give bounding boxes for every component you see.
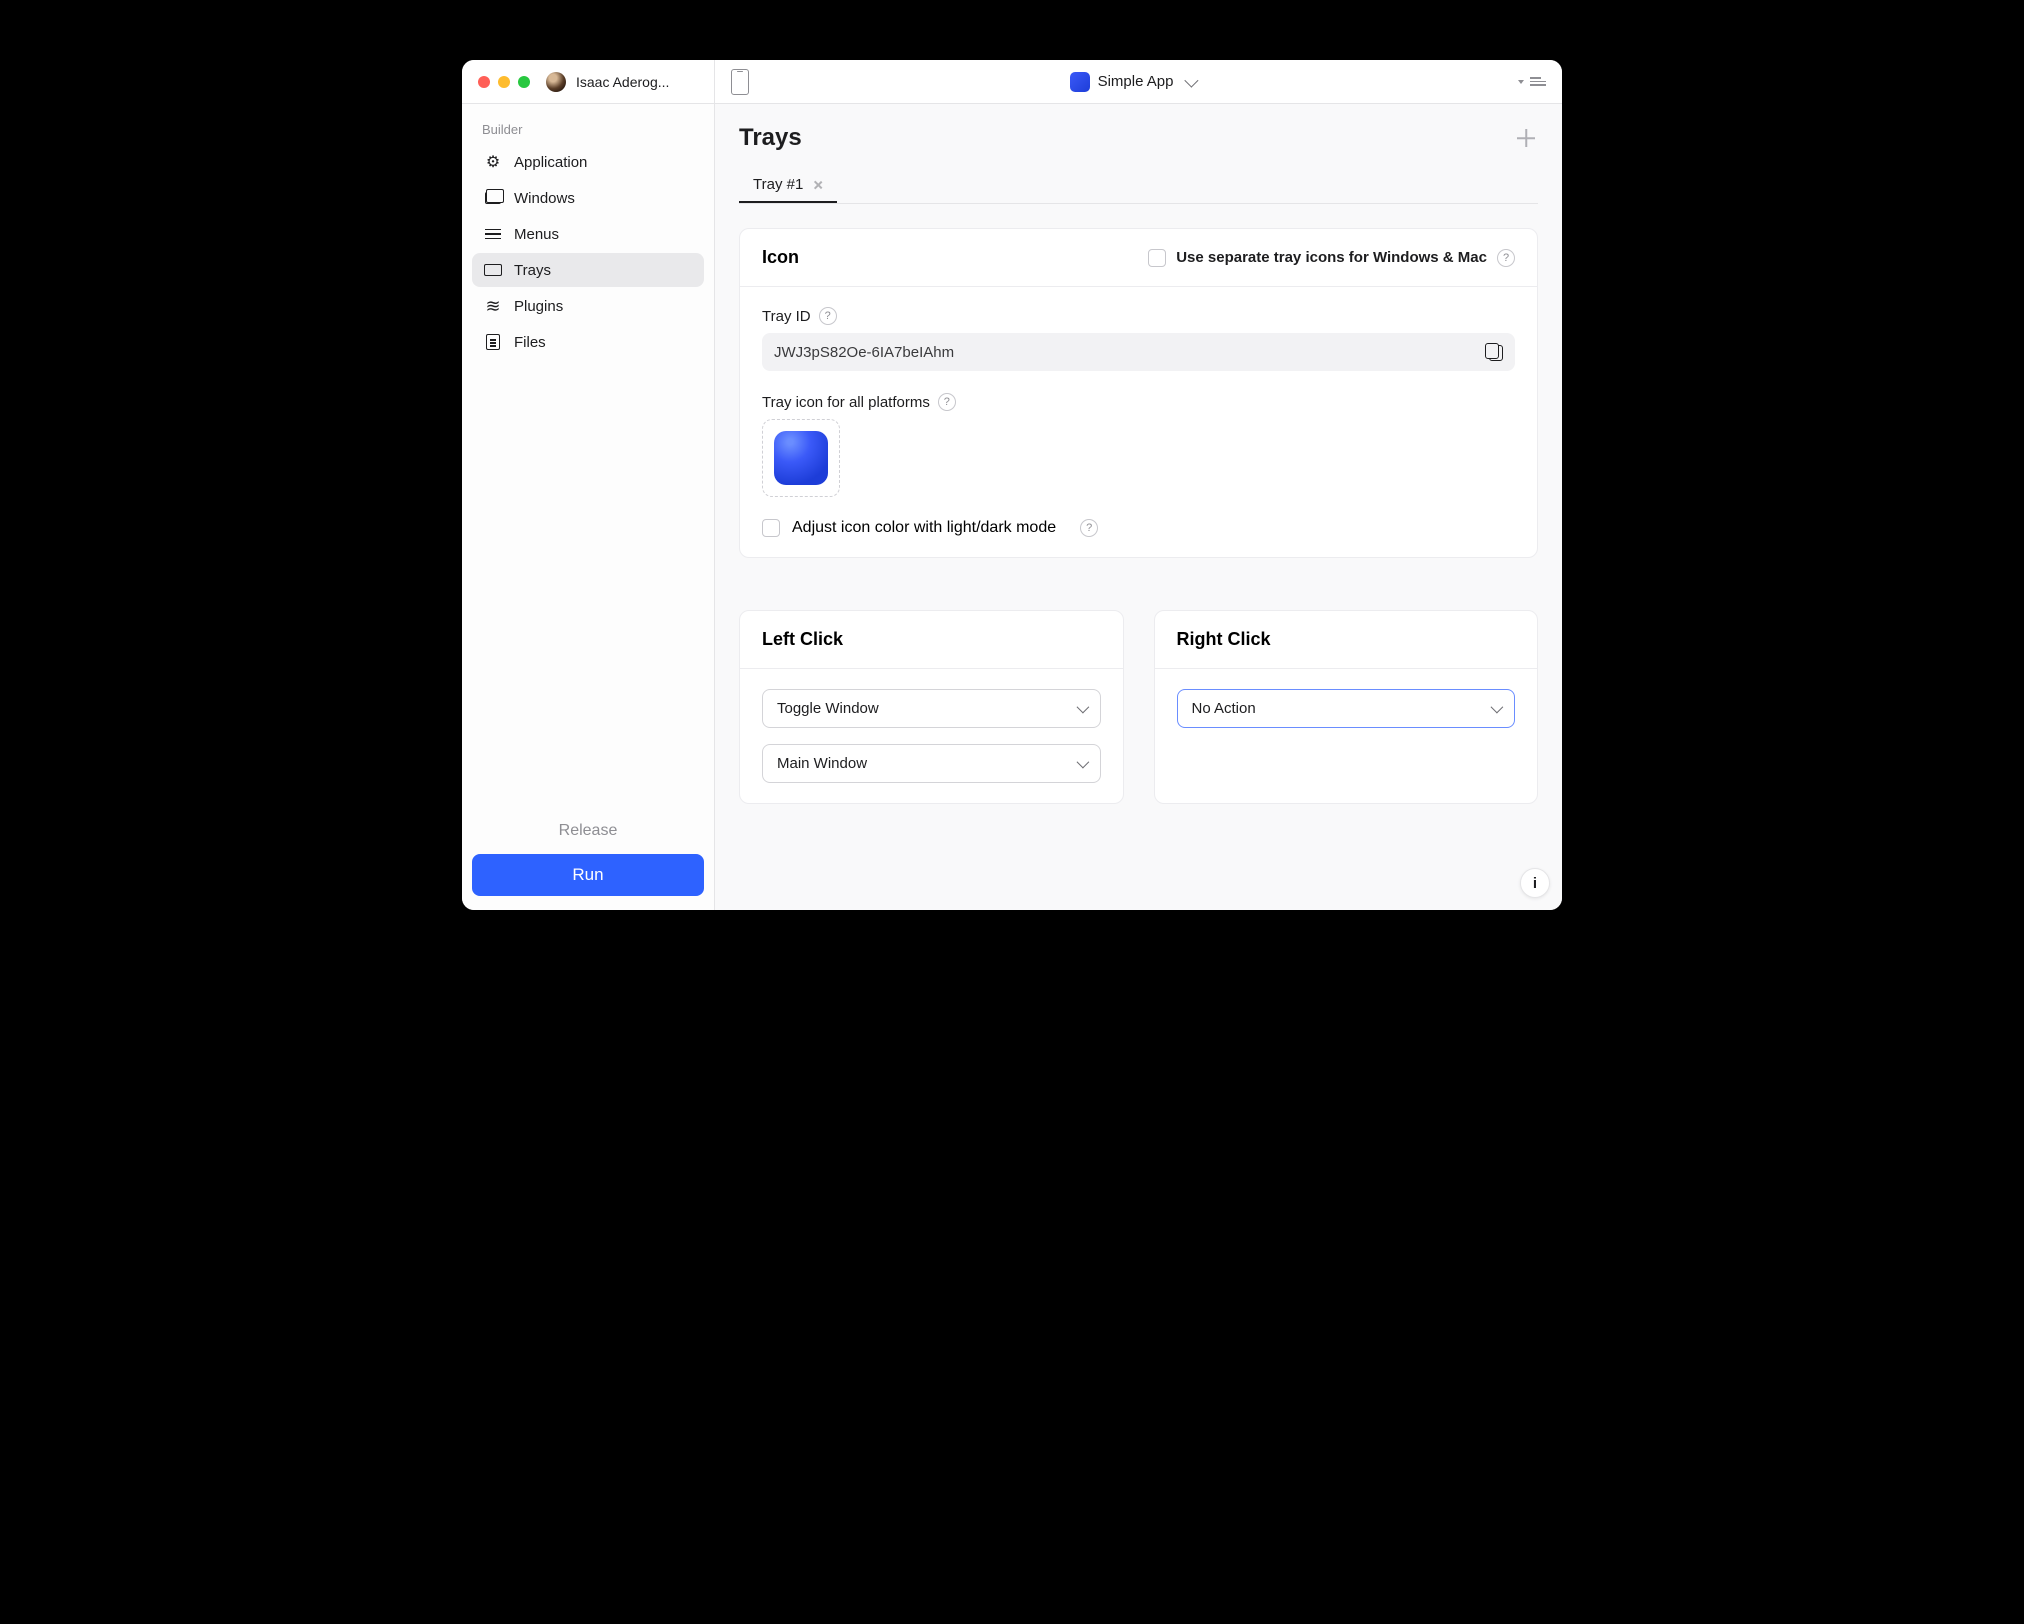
right-click-card: Right Click No Action [1154,610,1539,804]
icon-card-title: Icon [762,247,799,268]
adjust-icon-row: Adjust icon color with light/dark mode ? [762,519,1515,537]
main: Trays Tray #1 Icon Use sep [715,104,1562,910]
adjust-icon-checkbox[interactable] [762,519,780,537]
files-icon [484,333,502,351]
trays-icon [484,261,502,279]
help-icon[interactable]: ? [1497,249,1515,267]
tray-icon-group: Tray icon for all platforms ? [762,393,1515,497]
left-click-action-select[interactable]: Toggle Window [762,689,1101,728]
help-icon[interactable]: ? [938,393,956,411]
release-button[interactable]: Release [472,822,704,840]
icon-card-body: Tray ID ? JWJ3pS82Oe-6IA7beIAhm Tray ico… [740,287,1537,557]
tray-id-label: Tray ID [762,308,811,325]
app-icon [1070,72,1090,92]
sidebar-item-label: Trays [514,262,551,279]
main-scroll: Icon Use separate tray icons for Windows… [715,204,1562,910]
separate-icons-row: Use separate tray icons for Windows & Ma… [1148,249,1515,267]
help-icon[interactable]: ? [819,307,837,325]
sidebar-item-label: Files [514,334,546,351]
app-name: Simple App [1098,73,1174,90]
titlebar-right [1518,77,1562,86]
chevron-down-icon [1076,756,1089,769]
titlebar-left: Isaac Aderog... [462,60,715,103]
select-value: Toggle Window [777,700,879,717]
sidebar-item-windows[interactable]: Windows [472,181,704,215]
adjust-icon-label: Adjust icon color with light/dark mode [792,519,1056,537]
titlebar-center: Simple App [715,69,1518,95]
tray-icon-label: Tray icon for all platforms [762,394,930,411]
list-icon[interactable] [1530,77,1546,86]
tray-tabs: Tray #1 [739,168,1538,204]
left-click-window-select[interactable]: Main Window [762,744,1101,783]
user-name: Isaac Aderog... [576,74,669,90]
minimize-window-button[interactable] [498,76,510,88]
left-click-card: Left Click Toggle Window Main Window [739,610,1124,804]
page-title: Trays [739,124,802,152]
icon-card-header: Icon Use separate tray icons for Windows… [740,229,1537,287]
gear-icon [484,153,502,171]
run-button[interactable]: Run [472,854,704,896]
windows-icon [484,189,502,207]
select-value: No Action [1192,700,1256,717]
close-tab-icon[interactable] [813,180,823,190]
sidebar-item-application[interactable]: Application [472,145,704,179]
tab-label: Tray #1 [753,176,803,193]
device-icon[interactable] [731,69,749,95]
sidebar-item-plugins[interactable]: Plugins [472,289,704,323]
select-value: Main Window [777,755,867,772]
sidebar-item-label: Plugins [514,298,563,315]
sidebar-item-menus[interactable]: Menus [472,217,704,251]
tray-icon-well[interactable] [762,419,840,497]
separate-icons-checkbox[interactable] [1148,249,1166,267]
main-header: Trays Tray #1 [715,104,1562,204]
copy-icon[interactable] [1485,343,1503,361]
tray-id-field: JWJ3pS82Oe-6IA7beIAhm [762,333,1515,371]
plugins-icon [484,297,502,315]
add-tray-button[interactable] [1514,126,1538,150]
chevron-down-icon [1076,701,1089,714]
traffic-lights [478,76,530,88]
sidebar-item-label: Application [514,154,587,171]
tray-id-value: JWJ3pS82Oe-6IA7beIAhm [774,344,954,361]
app-switcher[interactable]: Simple App [1070,72,1196,92]
menus-icon [484,225,502,243]
right-click-action-select[interactable]: No Action [1177,689,1516,728]
right-click-title: Right Click [1155,611,1538,669]
sidebar-nav: Application Windows Menus Trays Plugins [472,145,704,359]
avatar[interactable] [546,72,566,92]
help-icon[interactable]: ? [1080,519,1098,537]
app-window: Isaac Aderog... Simple App Builder Appli… [462,60,1562,910]
sidebar-item-label: Menus [514,226,559,243]
tab-tray-1[interactable]: Tray #1 [739,168,837,203]
titlebar: Isaac Aderog... Simple App [462,60,1562,104]
icon-card: Icon Use separate tray icons for Windows… [739,228,1538,558]
sidebar-item-trays[interactable]: Trays [472,253,704,287]
sidebar: Builder Application Windows Menus Trays [462,104,715,910]
chevron-down-icon [1185,73,1199,87]
left-click-title: Left Click [740,611,1123,669]
body: Builder Application Windows Menus Trays [462,104,1562,910]
zoom-window-button[interactable] [518,76,530,88]
sidebar-section-title: Builder [472,118,704,145]
separate-icons-label: Use separate tray icons for Windows & Ma… [1176,249,1487,266]
tray-icon-preview [774,431,828,485]
close-window-button[interactable] [478,76,490,88]
sidebar-item-label: Windows [514,190,575,207]
tray-id-group: Tray ID ? JWJ3pS82Oe-6IA7beIAhm [762,307,1515,371]
dropdown-icon[interactable] [1518,80,1524,84]
chevron-down-icon [1491,701,1504,714]
info-button[interactable]: i [1520,868,1550,898]
sidebar-item-files[interactable]: Files [472,325,704,359]
click-cards-row: Left Click Toggle Window Main Window [739,610,1538,804]
